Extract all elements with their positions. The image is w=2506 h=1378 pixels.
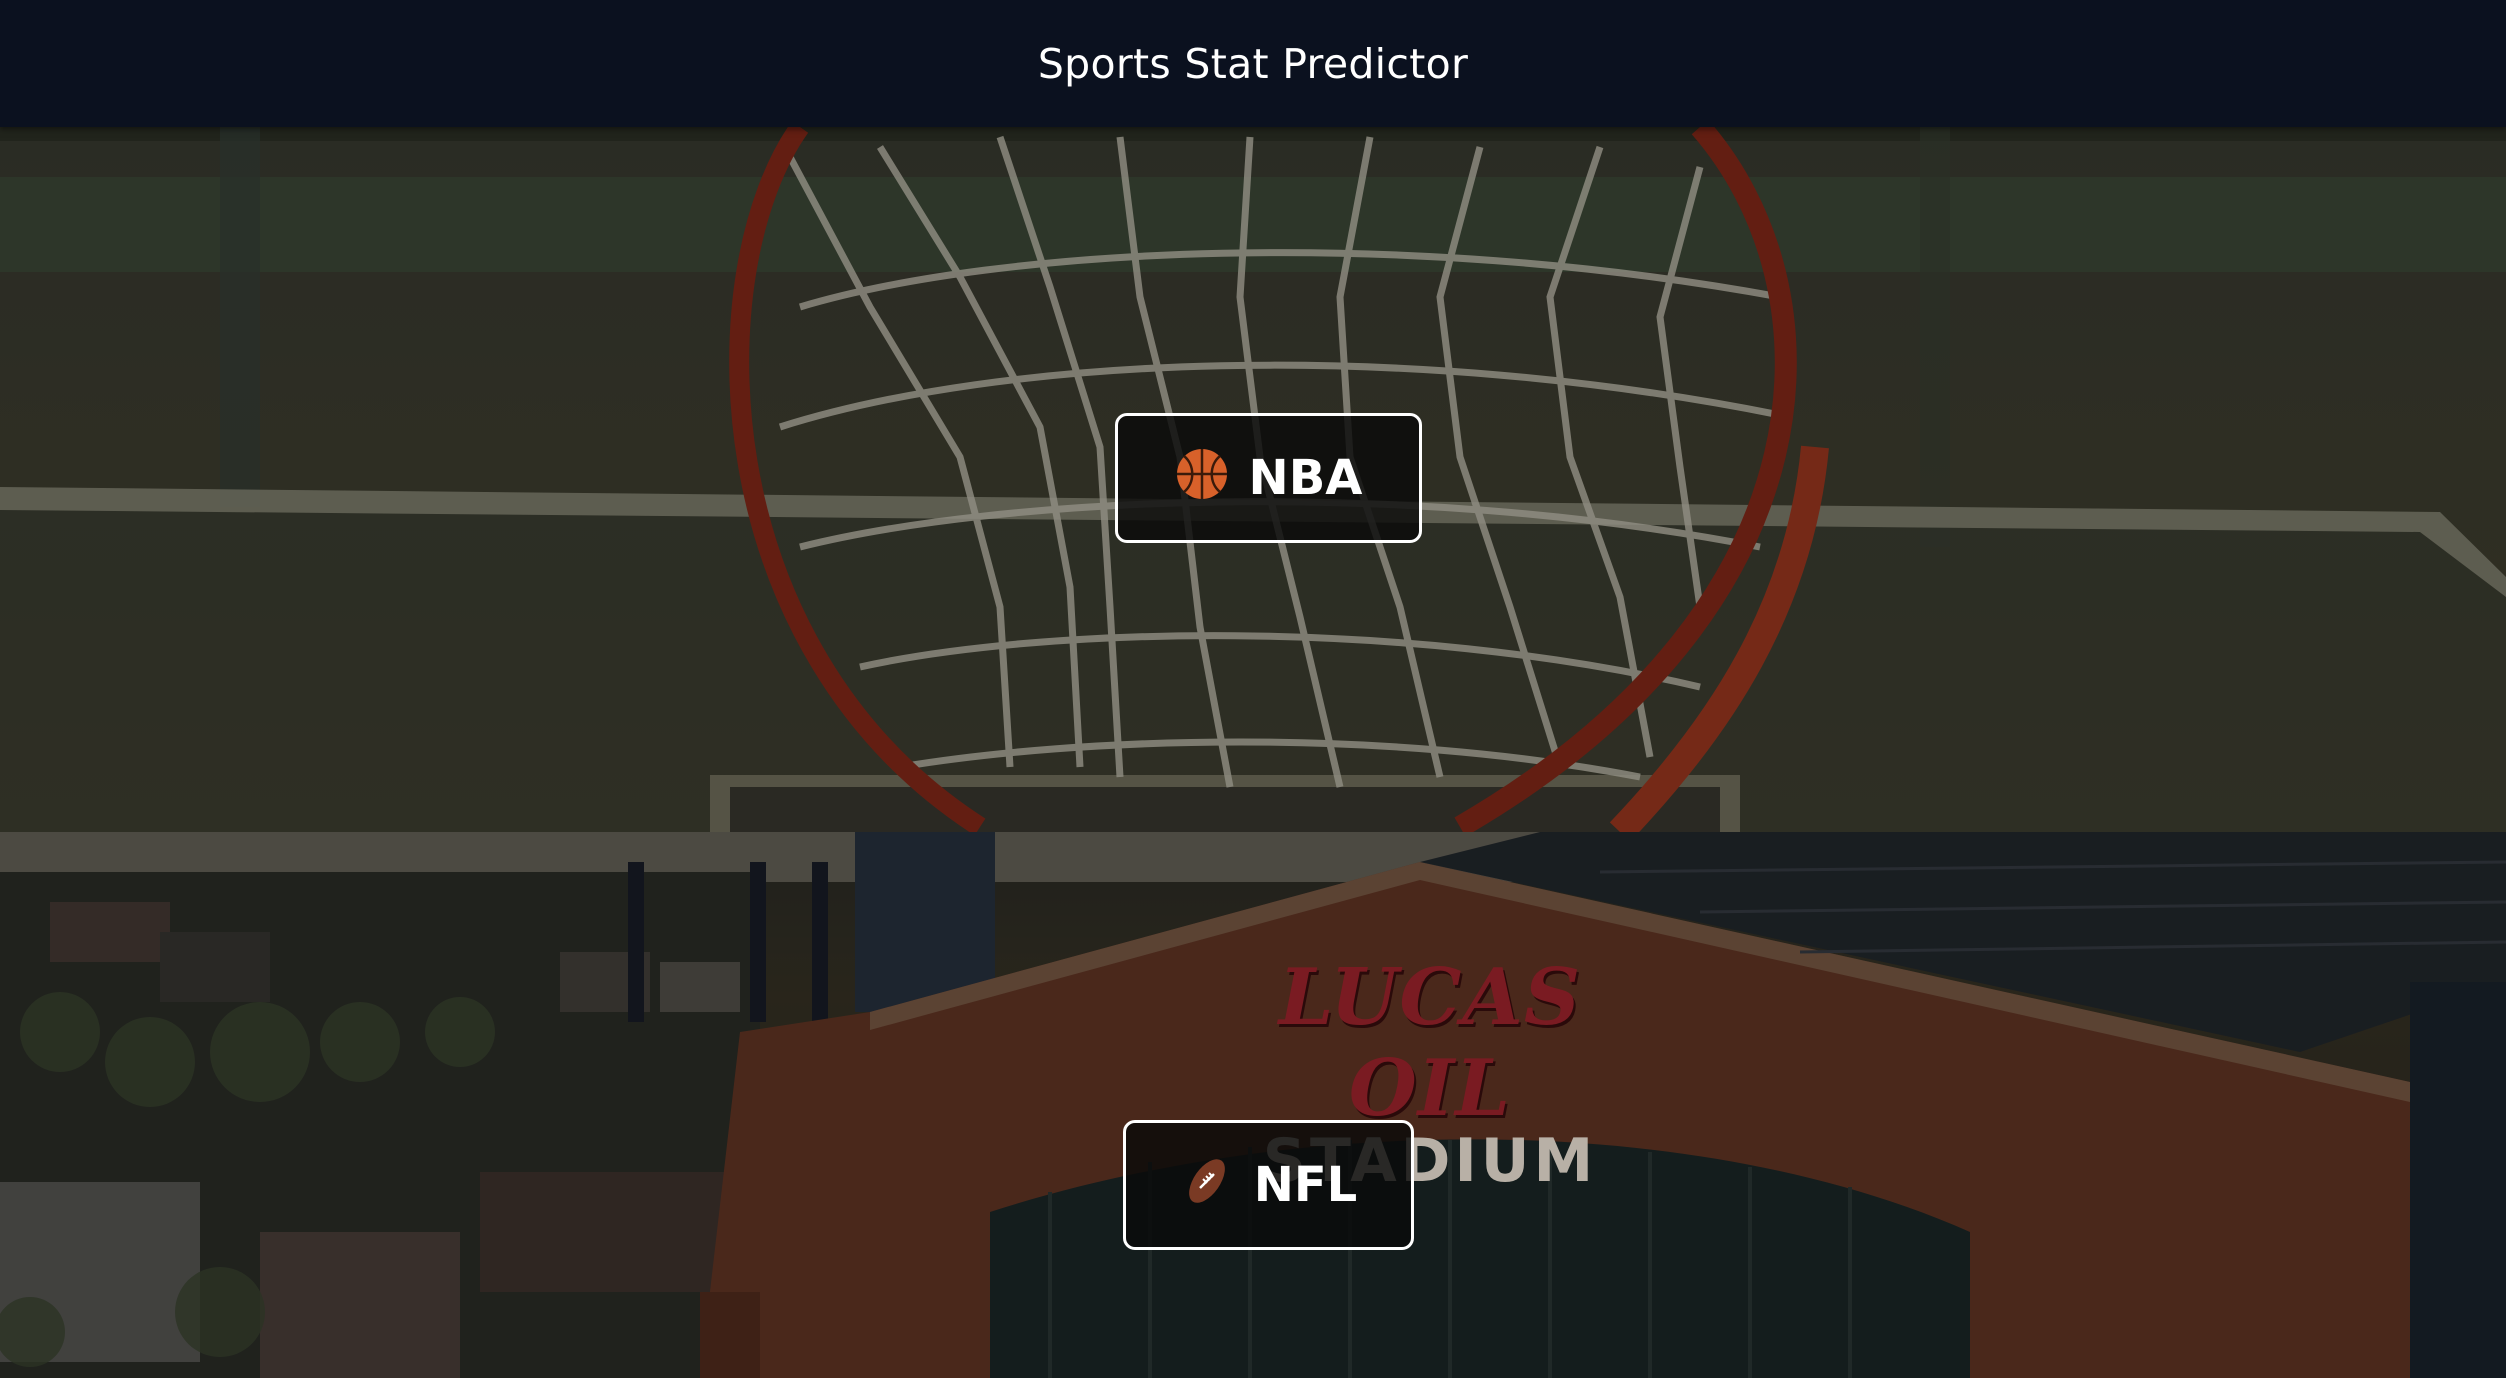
nfl-label: NFL xyxy=(1253,1157,1358,1213)
nba-button[interactable]: NBA xyxy=(1115,413,1422,543)
football-icon xyxy=(1180,1154,1234,1216)
app-title: Sports Stat Predictor xyxy=(1037,39,1469,88)
app-header: Sports Stat Predictor xyxy=(0,0,2506,127)
basketball-icon xyxy=(1175,447,1229,509)
nfl-button[interactable]: NFL xyxy=(1123,1120,1414,1250)
stadium-sign-line1: LUCAS OIL xyxy=(1278,952,1582,1134)
nfl-section[interactable]: LUCAS OIL STADIUM NFL xyxy=(0,832,2506,1378)
nba-label: NBA xyxy=(1248,450,1363,506)
nba-section[interactable]: NBA xyxy=(0,127,2506,832)
